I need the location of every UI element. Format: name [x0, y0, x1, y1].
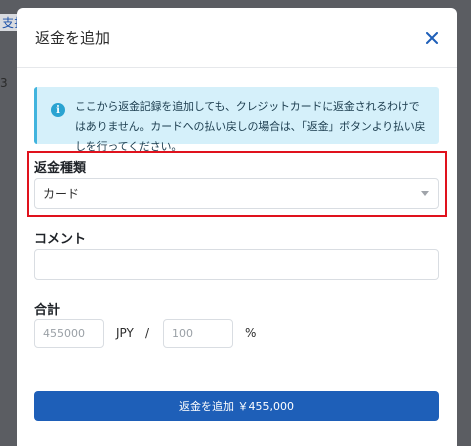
comment-input[interactable]: [34, 249, 439, 280]
refund-type-value: カード: [43, 187, 80, 201]
info-text: ここから返金記録を追加しても、クレジットカードに返金されるわけではありません。カ…: [75, 100, 426, 153]
add-refund-button[interactable]: 返金を追加 ￥455,000: [34, 391, 439, 421]
currency-label: JPY: [116, 326, 134, 340]
close-icon: [426, 31, 438, 44]
add-refund-button-label: 返金を追加 ￥455,000: [179, 400, 294, 413]
refund-type-label: 返金種類: [34, 161, 87, 176]
percent-unit: %: [245, 326, 257, 340]
info-alert: i ここから返金記録を追加しても、クレジットカードに返金されるわけではありません…: [34, 87, 439, 153]
chevron-down-icon: [421, 191, 429, 196]
amount-input[interactable]: 455000: [34, 319, 104, 348]
modal-title: 返金を追加: [35, 29, 111, 47]
total-label: 合計: [34, 303, 61, 318]
backdrop-text-fragment: 3: [0, 76, 8, 90]
comment-label: コメント: [34, 232, 87, 247]
modal-header: 返金を追加: [17, 8, 457, 68]
refund-modal: 返金を追加 i ここから返金記録を追加しても、クレジットカードに返金されるわけで…: [17, 8, 457, 446]
percent-input[interactable]: 100: [163, 319, 233, 348]
close-button[interactable]: [422, 28, 442, 48]
refund-type-select[interactable]: カード: [34, 178, 439, 209]
info-icon: i: [51, 103, 65, 117]
amount-separator: /: [145, 326, 150, 340]
backdrop-link-fragment: 支払: [0, 14, 18, 31]
